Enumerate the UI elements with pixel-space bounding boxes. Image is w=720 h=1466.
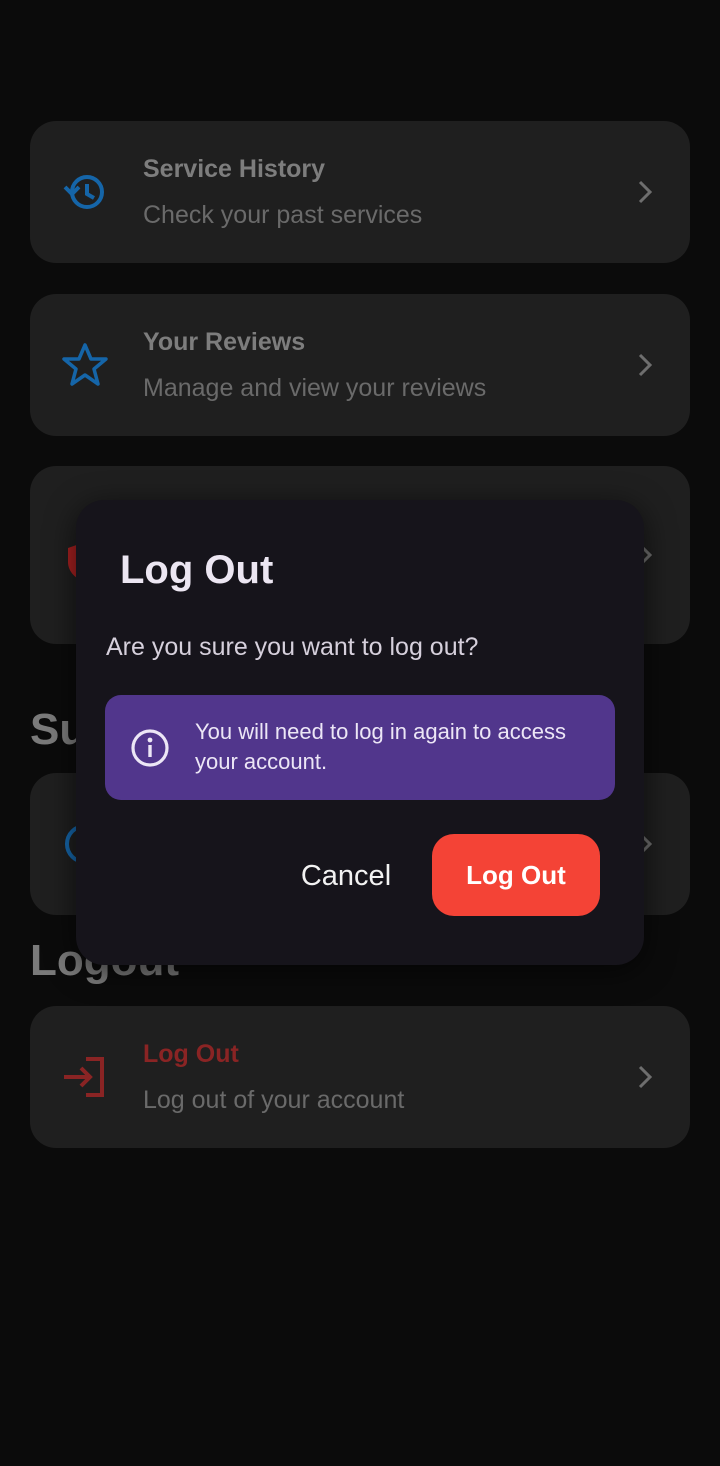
info-icon [131, 729, 169, 767]
cancel-button[interactable]: Cancel [276, 836, 416, 916]
logout-dialog: Log Out Are you sure you want to log out… [76, 500, 644, 965]
dialog-message: Are you sure you want to log out? [106, 633, 479, 661]
dialog-title: Log Out [120, 548, 274, 592]
app-screen: Service History Check your past services… [0, 0, 720, 1466]
info-text: You will need to log in again to access … [195, 719, 566, 774]
confirm-logout-button[interactable]: Log Out [432, 834, 600, 916]
info-banner: You will need to log in again to access … [105, 695, 615, 800]
